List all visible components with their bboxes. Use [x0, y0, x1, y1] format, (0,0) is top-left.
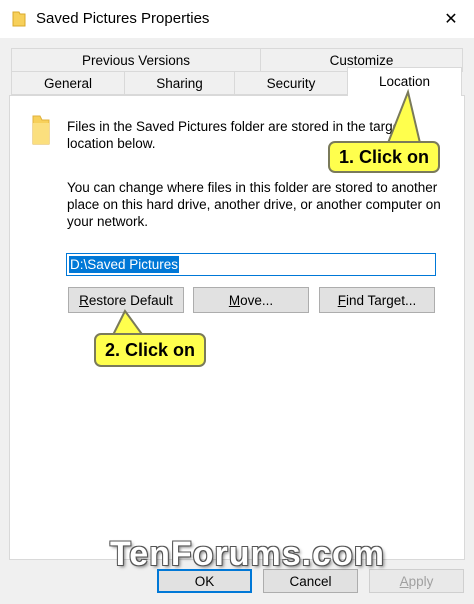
desc-text-line2: place on this hard drive, another drive,…: [67, 197, 441, 212]
folder-icon: [12, 11, 26, 27]
callout-step2: 2. Click on: [94, 333, 206, 367]
close-button[interactable]: ✕: [428, 0, 474, 38]
watermark: TenForums.com: [110, 535, 385, 573]
close-icon: ✕: [444, 11, 458, 28]
location-path-value: D:\Saved Pictures: [69, 256, 180, 273]
tab-security[interactable]: Security: [234, 71, 348, 95]
tab-general[interactable]: General: [11, 71, 125, 95]
desc-text-line1: You can change where files in this folde…: [67, 180, 438, 195]
location-path-input[interactable]: D:\Saved Pictures: [66, 253, 436, 276]
tab-sharing[interactable]: Sharing: [124, 71, 235, 95]
move-button[interactable]: Move...: [193, 287, 309, 313]
callout-step1: 1. Click on: [328, 141, 440, 173]
title-bar: Saved Pictures Properties ✕: [0, 0, 474, 38]
desc-text-line3: your network.: [67, 214, 149, 229]
tab-previous-versions[interactable]: Previous Versions: [11, 48, 261, 72]
restore-default-button[interactable]: Restore Default: [68, 287, 184, 313]
folder-icon: [32, 115, 50, 145]
tab-location[interactable]: Location: [347, 67, 462, 96]
window-title: Saved Pictures Properties: [36, 10, 210, 27]
find-target-button[interactable]: Find Target...: [319, 287, 435, 313]
info-text-line2: location below.: [67, 136, 156, 151]
info-text-line1: Files in the Saved Pictures folder are s…: [67, 119, 404, 134]
